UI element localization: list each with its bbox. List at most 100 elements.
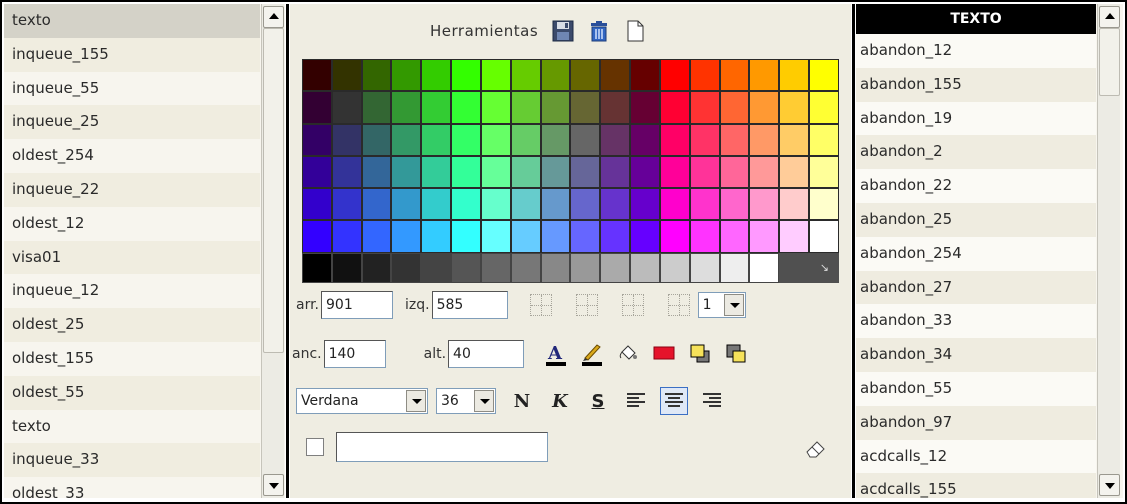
right-list-scrollbar[interactable] [1097,4,1120,498]
color-swatch[interactable] [540,155,571,189]
color-swatch[interactable] [331,59,362,92]
color-swatch[interactable] [659,155,690,189]
chevron-down-icon[interactable] [723,294,744,316]
gray-swatch[interactable] [361,253,392,283]
color-swatch[interactable] [510,220,541,253]
color-swatch[interactable] [809,155,839,189]
right-list-item[interactable]: abandon_97 [856,405,1096,440]
color-swatch[interactable] [779,188,810,221]
color-swatch[interactable] [749,155,780,189]
eraser-icon[interactable] [804,438,828,464]
scrollbar-thumb[interactable] [1099,28,1120,96]
color-swatch[interactable] [540,59,571,92]
color-swatch[interactable] [451,123,481,156]
color-swatch[interactable] [391,155,422,189]
left-list-item[interactable]: oldest_55 [4,375,260,410]
color-swatch[interactable] [600,59,631,92]
color-swatch[interactable] [570,123,601,156]
color-swatch[interactable] [361,220,392,253]
color-swatch[interactable] [719,59,750,92]
color-swatch[interactable] [510,123,541,156]
color-swatch[interactable] [779,220,810,253]
color-swatch[interactable] [451,155,481,189]
color-swatch[interactable] [689,123,720,156]
color-swatch[interactable] [540,188,571,221]
right-list-item[interactable]: abandon_19 [856,101,1096,136]
color-swatch[interactable] [809,220,839,253]
right-list-item[interactable]: abandon_2 [856,135,1096,170]
left-list-item[interactable]: inqueue_12 [4,274,260,308]
font-family-select[interactable]: Verdana [296,388,428,414]
color-swatch[interactable] [391,188,422,221]
color-swatch[interactable] [630,220,660,253]
color-swatch[interactable] [809,91,839,124]
color-swatch[interactable] [600,188,631,221]
italic-button[interactable]: K [546,387,574,415]
color-swatch[interactable] [510,91,541,124]
left-list-item[interactable]: texto [4,410,260,444]
anc-input[interactable]: 140 [323,340,386,368]
color-swatch[interactable] [749,220,780,253]
color-swatch[interactable] [630,59,660,92]
left-list-item[interactable]: oldest_25 [4,308,260,342]
left-list-item[interactable]: inqueue_33 [4,443,260,478]
color-swatch[interactable] [600,91,631,124]
text-checkbox[interactable] [306,438,324,456]
color-swatch[interactable] [361,188,392,221]
right-list-item[interactable]: abandon_22 [856,169,1096,203]
color-swatch[interactable] [451,220,481,253]
color-swatch[interactable] [689,155,720,189]
layer-select[interactable]: 1 [697,292,746,318]
gray-swatch[interactable] [630,253,660,283]
alt-input[interactable]: 40 [448,340,525,368]
izq-input[interactable]: 585 [431,291,508,319]
color-swatch[interactable] [302,155,332,189]
color-swatch[interactable] [391,220,422,253]
color-swatch[interactable] [749,59,780,92]
color-swatch[interactable] [719,123,750,156]
color-swatch[interactable] [630,155,660,189]
color-swatch[interactable] [779,59,810,92]
color-swatch[interactable] [689,91,720,124]
new-document-icon[interactable] [624,20,646,42]
color-swatch[interactable] [540,91,571,124]
color-swatch[interactable] [570,188,601,221]
color-swatch[interactable] [331,220,362,253]
underline-button[interactable]: S [584,387,612,415]
bring-to-front-icon[interactable] [686,340,714,368]
color-swatch[interactable] [302,220,332,253]
gray-swatch[interactable] [480,253,511,283]
left-list-item[interactable]: texto [4,4,260,38]
color-swatch[interactable] [809,59,839,92]
color-swatch[interactable] [510,155,541,189]
color-swatch[interactable] [659,59,690,92]
color-swatch[interactable] [719,155,750,189]
color-swatch[interactable] [659,91,690,124]
left-list-item[interactable]: inqueue_22 [4,172,260,207]
color-swatch[interactable] [659,220,690,253]
color-swatch[interactable] [421,155,452,189]
color-swatch[interactable] [719,91,750,124]
color-swatch[interactable] [421,188,452,221]
right-list-item[interactable]: acdcalls_12 [856,439,1096,474]
fill-bucket-icon[interactable] [614,340,642,368]
color-swatch[interactable] [630,188,660,221]
send-to-back-icon[interactable] [722,340,750,368]
color-swatch[interactable] [361,59,392,92]
grid-left-icon[interactable] [575,294,598,316]
right-list-item[interactable]: abandon_25 [856,202,1096,237]
color-swatch[interactable] [600,155,631,189]
color-swatch[interactable] [480,188,511,221]
gray-swatch[interactable] [689,253,720,283]
color-swatch[interactable] [451,91,481,124]
color-swatch[interactable] [361,123,392,156]
color-swatch[interactable] [361,91,392,124]
left-list-item[interactable]: oldest_33 [4,477,260,498]
color-swatch[interactable] [302,59,332,92]
left-list-item[interactable]: oldest_12 [4,207,260,241]
align-right-icon[interactable] [698,387,726,415]
grid-right-icon[interactable] [667,294,690,316]
color-swatch[interactable] [421,91,452,124]
color-swatch[interactable] [570,59,601,92]
color-swatch[interactable] [749,123,780,156]
